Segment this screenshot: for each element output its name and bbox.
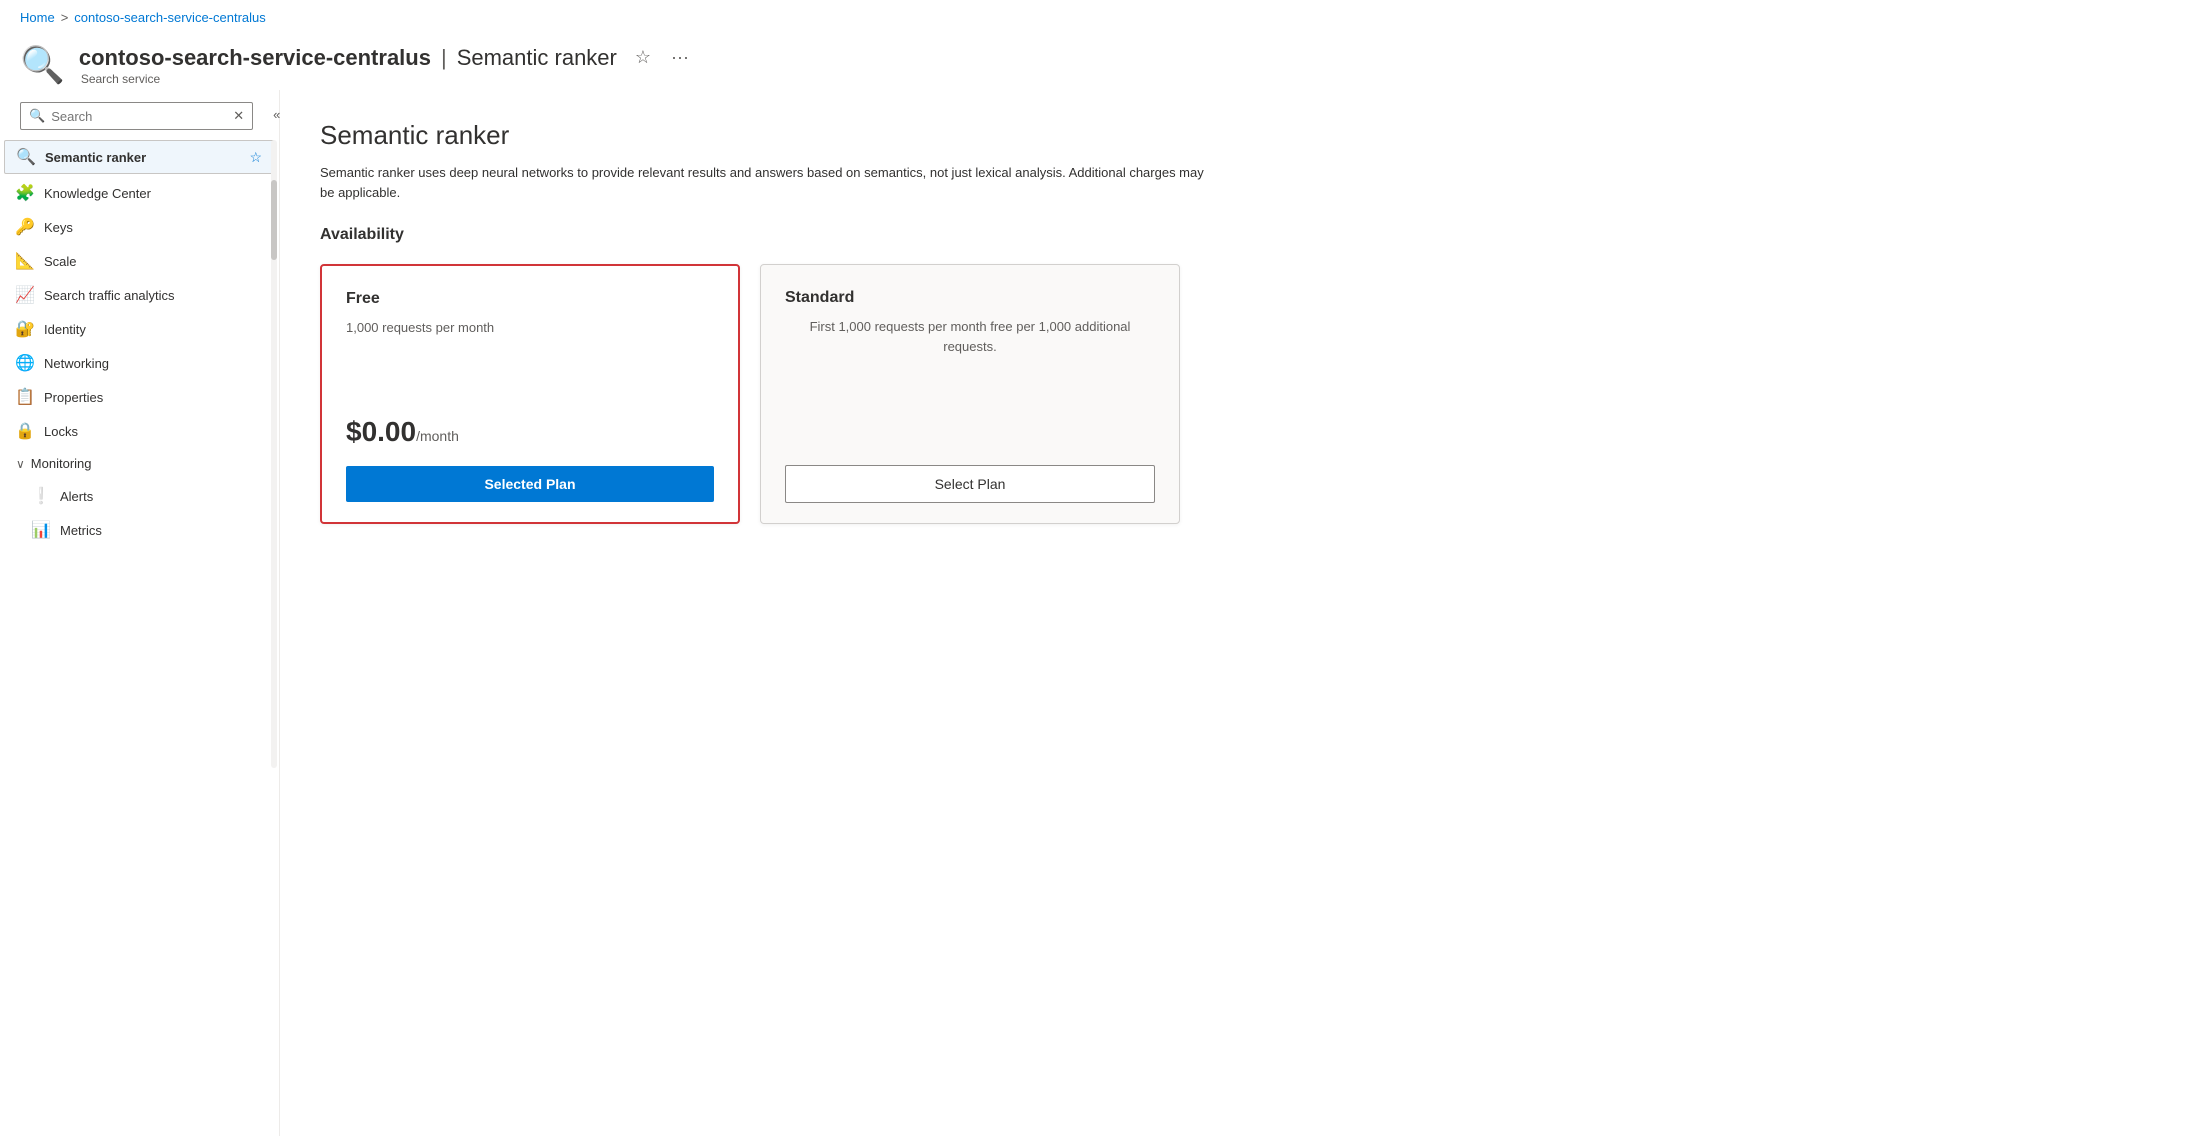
- breadcrumb-home[interactable]: Home: [20, 10, 55, 25]
- sidebar-item-keys[interactable]: 🔑 Keys: [0, 210, 279, 244]
- plan-name-standard: Standard: [785, 289, 1155, 307]
- favorite-star-icon[interactable]: ☆: [249, 149, 262, 166]
- plan-card-free: Free 1,000 requests per month $0.00/mont…: [320, 264, 740, 524]
- sidebar-item-label: Locks: [44, 424, 263, 439]
- selected-plan-button[interactable]: Selected Plan: [346, 466, 714, 502]
- page-subtitle-text: Search service: [81, 72, 693, 86]
- sidebar-item-label: Metrics: [60, 523, 263, 538]
- page-title-feature: Semantic ranker: [457, 45, 617, 71]
- keys-icon: 🔑: [16, 218, 34, 236]
- breadcrumb-service[interactable]: contoso-search-service-centralus: [74, 10, 265, 25]
- knowledge-center-icon: 🧩: [16, 184, 34, 202]
- plan-name-free: Free: [346, 290, 714, 308]
- scrollbar-thumb[interactable]: [271, 180, 277, 260]
- select-plan-button[interactable]: Select Plan: [785, 465, 1155, 503]
- page-header: 🔍 contoso-search-service-centralus | Sem…: [0, 35, 2200, 90]
- alerts-icon: ❕: [32, 487, 50, 505]
- main-layout: 🔍 ✕ « 🔍 Semantic ranker ☆ 🧩 Knowledge Ce…: [0, 90, 2200, 1136]
- sidebar-item-label: Search traffic analytics: [44, 288, 263, 303]
- sidebar-item-identity[interactable]: 🔐 Identity: [0, 312, 279, 346]
- monitoring-section-header[interactable]: ∨ Monitoring: [0, 448, 279, 479]
- sidebar-item-label: Semantic ranker: [45, 150, 239, 165]
- sidebar-item-search-traffic-analytics[interactable]: 📈 Search traffic analytics: [0, 278, 279, 312]
- content-area: Semantic ranker Semantic ranker uses dee…: [280, 90, 2200, 1136]
- sidebar-item-properties[interactable]: 📋 Properties: [0, 380, 279, 414]
- search-clear-button[interactable]: ✕: [233, 108, 244, 124]
- plan-desc-standard: First 1,000 requests per month free per …: [785, 317, 1155, 395]
- sidebar-item-scale[interactable]: 📐 Scale: [0, 244, 279, 278]
- sidebar-item-label: Keys: [44, 220, 263, 235]
- sidebar-item-label: Networking: [44, 356, 263, 371]
- properties-icon: 📋: [16, 388, 34, 406]
- sidebar-item-metrics[interactable]: 📊 Metrics: [0, 513, 279, 547]
- header-separator: |: [441, 45, 447, 71]
- sidebar-collapse-button[interactable]: «: [269, 107, 284, 122]
- monitoring-label: Monitoring: [31, 456, 92, 471]
- sidebar-item-semantic-ranker[interactable]: 🔍 Semantic ranker ☆: [4, 140, 275, 174]
- more-actions-button[interactable]: ···: [667, 43, 693, 72]
- scale-icon: 📐: [16, 252, 34, 270]
- sidebar-item-alerts[interactable]: ❕ Alerts: [0, 479, 279, 513]
- metrics-icon: 📊: [32, 521, 50, 539]
- search-icon: 🔍: [29, 108, 45, 124]
- plan-card-standard: Standard First 1,000 requests per month …: [760, 264, 1180, 524]
- plan-desc-free: 1,000 requests per month: [346, 318, 714, 380]
- plan-cards: Free 1,000 requests per month $0.00/mont…: [320, 264, 2160, 524]
- scrollbar-track[interactable]: [271, 140, 277, 768]
- content-description: Semantic ranker uses deep neural network…: [320, 163, 1220, 202]
- price-period-free: /month: [416, 428, 459, 444]
- sidebar-item-label: Scale: [44, 254, 263, 269]
- page-title-service: contoso-search-service-centralus: [79, 45, 431, 71]
- sidebar: 🔍 ✕ « 🔍 Semantic ranker ☆ 🧩 Knowledge Ce…: [0, 90, 280, 1136]
- networking-icon: 🌐: [16, 354, 34, 372]
- breadcrumb-separator: >: [61, 10, 69, 25]
- sidebar-item-knowledge-center[interactable]: 🧩 Knowledge Center: [0, 176, 279, 210]
- sidebar-item-label: Properties: [44, 390, 263, 405]
- breadcrumb: Home > contoso-search-service-centralus: [0, 0, 2200, 35]
- content-title: Semantic ranker: [320, 120, 2160, 151]
- sidebar-item-locks[interactable]: 🔒 Locks: [0, 414, 279, 448]
- semantic-ranker-icon: 🔍: [17, 148, 35, 166]
- price-amount-free: $0.00: [346, 416, 416, 447]
- analytics-icon: 📈: [16, 286, 34, 304]
- favorite-button[interactable]: ☆: [631, 43, 655, 72]
- chevron-down-icon: ∨: [16, 457, 25, 471]
- identity-icon: 🔐: [16, 320, 34, 338]
- search-input[interactable]: [51, 109, 227, 124]
- sidebar-search-box[interactable]: 🔍 ✕: [20, 102, 253, 130]
- sidebar-item-label: Knowledge Center: [44, 186, 263, 201]
- sidebar-nav: 🔍 Semantic ranker ☆ 🧩 Knowledge Center 🔑…: [0, 138, 279, 1136]
- sidebar-item-label: Identity: [44, 322, 263, 337]
- service-icon: 🔍: [20, 44, 65, 86]
- sidebar-item-label: Alerts: [60, 489, 263, 504]
- sidebar-item-networking[interactable]: 🌐 Networking: [0, 346, 279, 380]
- plan-price-free: $0.00/month: [346, 416, 714, 448]
- availability-heading: Availability: [320, 226, 2160, 244]
- locks-icon: 🔒: [16, 422, 34, 440]
